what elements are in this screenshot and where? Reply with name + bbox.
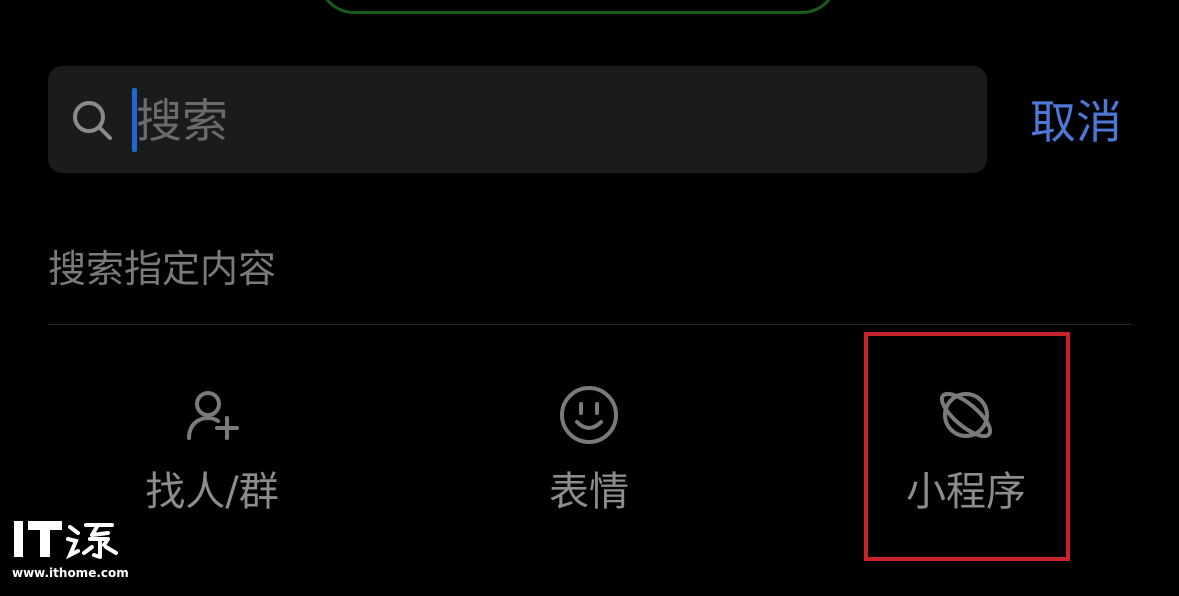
divider <box>48 324 1131 325</box>
watermark: www.ithome.com <box>12 519 129 585</box>
section-title: 搜索指定内容 <box>48 247 277 291</box>
add-person-icon <box>187 391 239 440</box>
option-label: 表情 <box>549 469 629 515</box>
option-label: 找人/群 <box>145 469 279 515</box>
option-mini-programs[interactable]: 小程序 <box>836 380 1096 530</box>
option-find-people[interactable]: 找人/群 <box>82 380 342 530</box>
smiley-face-icon <box>560 386 618 444</box>
search-placeholder: 搜索 <box>136 94 228 148</box>
ithome-logo-icon <box>14 521 118 559</box>
cancel-button[interactable]: 取消 <box>1030 92 1122 152</box>
search-icon <box>73 101 112 140</box>
watermark-url: www.ithome.com <box>12 566 129 580</box>
option-label: 小程序 <box>906 469 1026 515</box>
option-stickers[interactable]: 表情 <box>459 380 719 530</box>
top-status-pill <box>318 0 838 14</box>
planet-icon <box>939 391 993 439</box>
search-page: 搜索 取消 搜索指定内容 找人/群 表情 小程序 www.ithome.com <box>0 0 1179 596</box>
